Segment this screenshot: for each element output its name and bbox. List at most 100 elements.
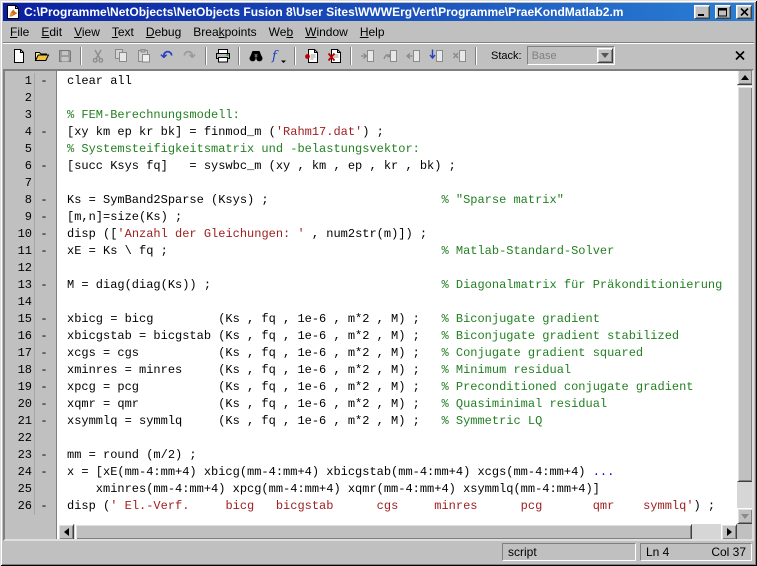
close-button[interactable] [736,5,752,19]
breakpoint-dash[interactable]: - [35,345,53,362]
breakpoint-dash[interactable] [35,90,53,107]
minimize-button[interactable] [694,5,710,19]
step-button[interactable] [379,45,402,67]
maximize-button[interactable] [715,5,731,19]
save-button[interactable] [53,45,76,67]
breakpoint-dash[interactable]: - [35,447,53,464]
code-area[interactable]: clear all % FEM-Berechnungsmodell: [xy km … [58,69,737,524]
new-file-button[interactable] [7,45,30,67]
breakpoint-dash[interactable]: - [35,464,53,481]
vertical-scrollbar[interactable] [737,69,754,524]
paste-button[interactable] [132,45,155,67]
close-editor-button[interactable] [730,46,750,66]
breakpoint-dash[interactable]: - [35,277,53,294]
code-line[interactable]: disp (['Anzahl der Gleichungen: ' , num2… [67,226,737,243]
go-until-cursor-button[interactable] [425,45,448,67]
horizontal-scroll-thumb[interactable] [75,524,692,540]
code-line[interactable]: xsymmlq = symmlq (Ks , fq , 1e-6 , m*2 ,… [67,413,737,430]
chevron-down-icon[interactable] [596,48,613,63]
code-line[interactable]: Ks = SymBand2Sparse (Ksys) ; % "Sparse m… [67,192,737,209]
breakpoint-dash[interactable] [35,141,53,158]
breakpoint-dash[interactable]: - [35,73,53,90]
breakpoint-dash[interactable] [35,481,53,498]
code-line[interactable]: xE = Ks \ fq ; % Matlab-Standard-Solver [67,243,737,260]
menu-window[interactable]: Window [299,22,354,42]
copy-button[interactable] [109,45,132,67]
code-line[interactable]: % Systemsteifigkeitsmatrix und -belastun… [67,141,737,158]
breakpoint-dash[interactable] [35,430,53,447]
breakpoint-dash[interactable]: - [35,396,53,413]
step-out-button[interactable] [402,45,425,67]
undo-button[interactable]: ↶ [155,45,178,67]
toolbar-separator [350,46,352,65]
stack-dropdown[interactable]: Base [526,46,615,65]
print-button[interactable] [211,45,234,67]
code-line[interactable]: [succ Ksys fq] = syswbc_m (xy , km , ep … [67,158,737,175]
menu-edit[interactable]: Edit [35,22,68,42]
scroll-left-button[interactable] [58,524,74,540]
code-line[interactable] [67,90,737,107]
code-line[interactable] [67,294,737,311]
exit-debug-button[interactable] [448,45,471,67]
scroll-right-button[interactable] [721,524,737,540]
code-line[interactable]: clear all [67,73,737,90]
function-list-button[interactable]: f [267,45,290,67]
code-line[interactable]: xbicg = bicg (Ks , fq , 1e-6 , m*2 , M) … [67,311,737,328]
breakpoint-dash[interactable] [35,107,53,124]
breakpoint-dash[interactable]: - [35,124,53,141]
breakpoint-dash[interactable]: - [35,226,53,243]
breakpoint-dash[interactable]: - [35,498,53,515]
breakpoint-dash[interactable] [35,175,53,192]
menu-view[interactable]: View [68,22,106,42]
code-line[interactable]: xbicgstab = bicgstab (Ks , fq , 1e-6 , m… [67,328,737,345]
code-line[interactable]: [m,n]=size(Ks) ; [67,209,737,226]
menu-web[interactable]: Web [263,22,299,42]
breakpoint-dash[interactable] [35,294,53,311]
breakpoint-dash[interactable]: - [35,379,53,396]
code-line[interactable]: disp (' El.-Verf. bicg bicgstab cgs minr… [67,498,737,515]
menu-file[interactable]: File [4,22,35,42]
breakpoint-dash[interactable]: - [35,362,53,379]
breakpoint-dash[interactable]: - [35,413,53,430]
code-line[interactable]: xqmr = qmr (Ks , fq , 1e-6 , m*2 , M) ; … [67,396,737,413]
code-line[interactable] [67,175,737,192]
open-file-button[interactable] [30,45,53,67]
breakpoint-dash[interactable]: - [35,209,53,226]
title-bar[interactable]: C:\Programme\NetObjects\NetObjects Fusio… [3,3,754,21]
menu-breakpoints[interactable]: Breakpoints [187,22,262,42]
code-line[interactable]: [xy km ep kr bk] = finmod_m ('Rahm17.dat… [67,124,737,141]
code-line[interactable] [67,260,737,277]
stack-value: Base [531,49,557,62]
menu-debug[interactable]: Debug [140,22,187,42]
breakpoint-dash[interactable]: - [35,192,53,209]
step-in-button[interactable] [356,45,379,67]
save-icon [58,49,71,62]
set-clear-breakpoint-button[interactable] [300,45,323,67]
code-line[interactable]: x = [xE(mm-4:mm+4) xbicg(mm-4:mm+4) xbic… [67,464,737,481]
cut-button[interactable] [86,45,109,67]
arrow-right-icon [726,528,732,536]
redo-button[interactable]: ↷ [178,45,201,67]
breakpoint-dash[interactable]: - [35,158,53,175]
breakpoint-dash[interactable]: - [35,243,53,260]
menu-help[interactable]: Help [354,22,391,42]
scroll-up-button[interactable] [737,69,753,85]
horizontal-scrollbar[interactable] [58,524,737,541]
code-line[interactable]: mm = round (m/2) ; [67,447,737,464]
code-line[interactable]: xminres(mm-4:mm+4) xpcg(mm-4:mm+4) xqmr(… [67,481,737,498]
breakpoint-dash[interactable] [35,260,53,277]
code-line[interactable]: xpcg = pcg (Ks , fq , 1e-6 , m*2 , M) ; … [67,379,737,396]
menu-text[interactable]: Text [106,22,140,42]
code-line[interactable] [67,430,737,447]
code-line[interactable]: xcgs = cgs (Ks , fq , 1e-6 , m*2 , M) ; … [67,345,737,362]
breakpoint-dash[interactable]: - [35,311,53,328]
line-number: 15 [3,311,35,328]
find-button[interactable] [244,45,267,67]
code-line[interactable]: xminres = minres (Ks , fq , 1e-6 , m*2 ,… [67,362,737,379]
vertical-scroll-thumb[interactable] [737,86,753,482]
scroll-down-button[interactable] [737,508,753,524]
code-line[interactable]: M = diag(diag(Ks)) ; % Diagonalmatrix fü… [67,277,737,294]
clear-all-breakpoints-button[interactable] [323,45,346,67]
code-line[interactable]: % FEM-Berechnungsmodell: [67,107,737,124]
breakpoint-dash[interactable]: - [35,328,53,345]
